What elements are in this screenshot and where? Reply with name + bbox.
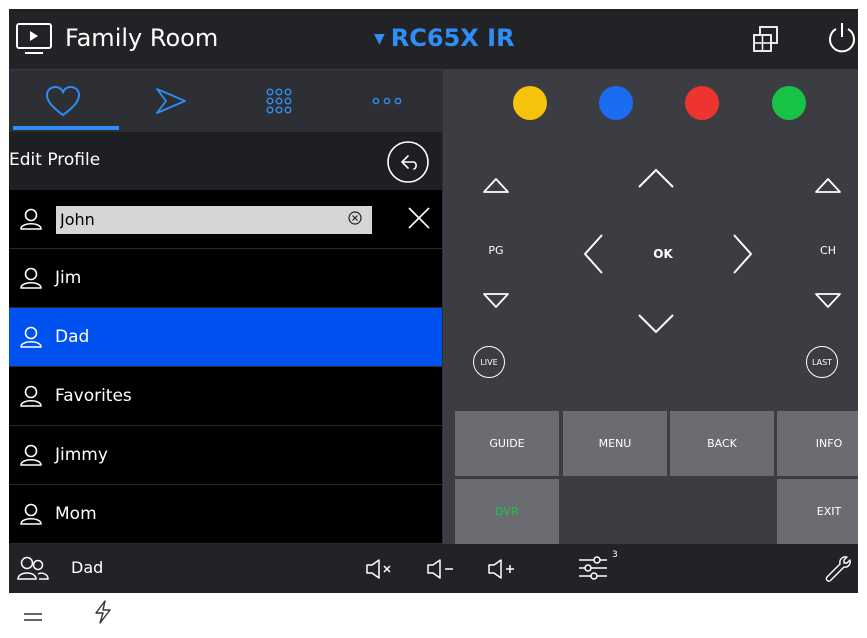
ok-button[interactable]: OK — [648, 247, 678, 261]
menu-button[interactable]: MENU — [563, 411, 667, 476]
menu-lines-icon[interactable] — [23, 608, 43, 627]
bottom-bar: Dad 3 — [9, 544, 858, 593]
arrow-left-icon[interactable] — [581, 232, 605, 276]
pg-label: PG — [488, 244, 504, 257]
wrench-icon[interactable] — [823, 554, 853, 584]
profile-row[interactable]: Jimmy — [9, 426, 442, 485]
page-down-icon[interactable] — [482, 292, 510, 310]
edit-profile-title: Edit Profile — [9, 150, 101, 170]
volume-down-icon[interactable] — [426, 558, 456, 580]
tab-media[interactable] — [117, 70, 225, 132]
keypad-icon — [266, 88, 292, 114]
users-icon[interactable] — [17, 555, 49, 581]
channel-up-icon[interactable] — [814, 176, 842, 194]
dvr-button[interactable]: DVR — [455, 479, 559, 544]
tab-keypad[interactable] — [225, 70, 333, 132]
audio-settings-icon[interactable] — [577, 554, 609, 582]
exit-button[interactable]: EXIT — [777, 479, 858, 544]
return-icon[interactable] — [386, 140, 430, 184]
user-icon — [19, 443, 43, 467]
profile-row[interactable]: Mom — [9, 485, 442, 544]
green-button[interactable] — [772, 86, 806, 120]
page-up-icon[interactable] — [482, 176, 510, 194]
edit-profile-header: Edit Profile — [9, 132, 442, 190]
profile-row[interactable]: Dad — [9, 308, 442, 367]
blue-button[interactable] — [599, 86, 633, 120]
profile-label: Mom — [55, 504, 97, 524]
user-icon — [19, 266, 43, 290]
power-icon[interactable] — [827, 21, 857, 55]
user-icon — [19, 325, 43, 349]
tab-favorites[interactable] — [9, 70, 117, 132]
last-button[interactable]: LAST — [806, 346, 838, 378]
device-selector[interactable]: ▼ RC65X IR — [374, 23, 515, 54]
multi-window-icon[interactable] — [751, 25, 781, 53]
tab-more[interactable] — [333, 70, 441, 132]
arrow-down-icon[interactable] — [636, 312, 676, 336]
profile-label: Dad — [55, 327, 90, 347]
user-icon — [19, 384, 43, 408]
profiles-panel: Edit Profile John Jim Dad Favorites Jimm… — [9, 70, 442, 544]
live-button[interactable]: LIVE — [473, 346, 505, 378]
close-icon[interactable] — [407, 206, 431, 230]
profile-row[interactable]: Jim — [9, 249, 442, 308]
volume-up-icon[interactable] — [487, 558, 517, 580]
caret-down-icon: ▼ — [374, 31, 385, 47]
profile-label: Favorites — [55, 386, 132, 406]
red-button[interactable] — [685, 86, 719, 120]
channel-down-icon[interactable] — [814, 292, 842, 310]
arrow-right-icon[interactable] — [731, 232, 755, 276]
user-icon — [19, 207, 43, 231]
back-button[interactable]: BACK — [670, 411, 774, 476]
more-icon — [372, 96, 402, 106]
mute-icon[interactable] — [365, 558, 395, 580]
audio-settings-badge: 3 — [612, 550, 618, 560]
heart-icon — [44, 84, 82, 118]
play-icon — [154, 86, 188, 116]
profile-label: Jim — [55, 268, 82, 288]
remote-panel: PG CH OK LIVE LAST GUIDE MENU BACK INFO … — [443, 70, 858, 544]
current-profile-label[interactable]: Dad — [71, 558, 103, 577]
tv-icon[interactable] — [15, 22, 53, 56]
yellow-button[interactable] — [513, 86, 547, 120]
profile-name-input[interactable] — [56, 206, 372, 234]
tab-bar — [9, 70, 442, 132]
selected-tab-indicator — [13, 126, 119, 130]
arrow-up-icon[interactable] — [636, 166, 676, 190]
header-bar: Family Room ▼ RC65X IR — [9, 9, 858, 70]
clear-input-icon[interactable] — [347, 210, 363, 226]
profile-edit-row — [9, 190, 442, 249]
lightning-icon[interactable] — [93, 600, 113, 628]
profile-row[interactable]: Favorites — [9, 367, 442, 426]
user-icon — [19, 502, 43, 526]
room-name[interactable]: Family Room — [65, 23, 218, 53]
footer-bar — [9, 594, 858, 634]
guide-button[interactable]: GUIDE — [455, 411, 559, 476]
ch-label: CH — [820, 244, 836, 257]
profile-label: Jimmy — [55, 445, 108, 465]
device-name: RC65X IR — [390, 24, 515, 52]
info-button[interactable]: INFO — [777, 411, 858, 476]
remote-app: Family Room ▼ RC65X IR Edit Profile John… — [9, 9, 858, 593]
